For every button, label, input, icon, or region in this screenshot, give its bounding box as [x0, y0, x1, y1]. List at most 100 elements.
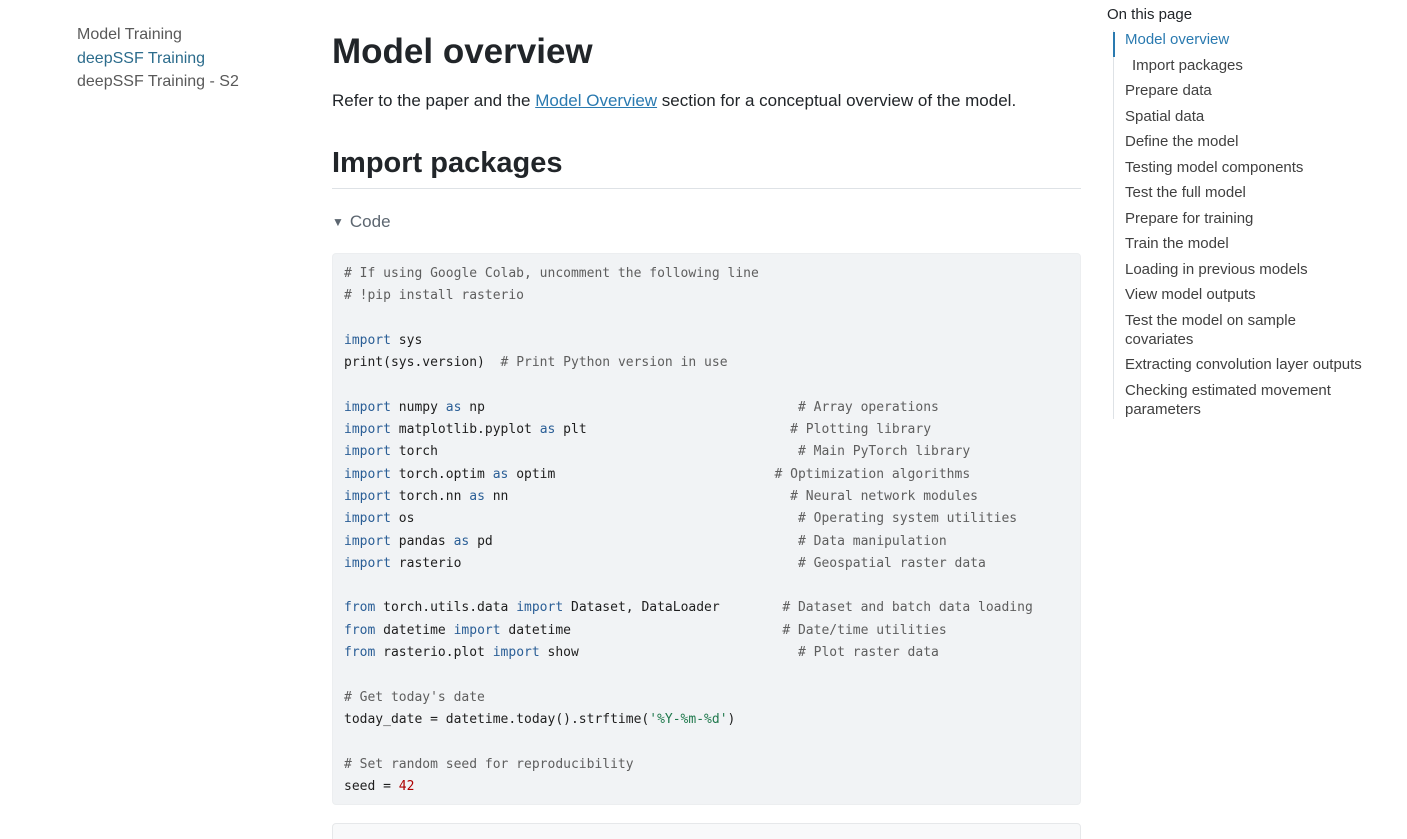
toc-item-loading-previous-models[interactable]: Loading in previous models [1125, 260, 1367, 279]
code-token: # Dataset and batch data loading [782, 600, 1033, 616]
toc-item-prepare-for-training[interactable]: Prepare for training [1125, 209, 1367, 228]
code-token: '%Y-%m-%d' [649, 711, 728, 727]
code-block[interactable]: # If using Google Colab, uncomment the f… [332, 253, 1081, 805]
code-token: import [344, 422, 391, 438]
code-token: # Data manipulation [797, 533, 947, 549]
code-token: pd [469, 533, 798, 549]
page: Model Training deepSSF Training deepSSF … [0, 0, 1407, 839]
code-token: as [469, 488, 485, 504]
code-line: from torch.utils.data import Dataset, Da… [344, 597, 1033, 619]
code-token: # If using Google Colab, uncomment the f… [344, 266, 759, 281]
code-token: import [344, 488, 391, 504]
code-token: rasterio.plot [375, 645, 493, 661]
toc-item-checking-movement-parameters[interactable]: Checking estimated movement parameters [1125, 381, 1367, 419]
code-token: # Date/time utilities [782, 622, 947, 638]
section-title-import-packages: Import packages [332, 147, 1081, 189]
code-line: import pandas as pd # Data manipulation [344, 531, 1033, 553]
code-token: nn [484, 488, 783, 504]
intro-paragraph: Refer to the paper and the Model Overvie… [332, 91, 1016, 111]
code-token: from [344, 622, 376, 638]
code-line: # !pip install rasterio [344, 285, 1033, 307]
left-sidebar-nav: Model Training deepSSF Training deepSSF … [77, 23, 239, 94]
toc-item-train-the-model[interactable]: Train the model [1125, 234, 1367, 253]
code-line: import torch.optim as optim # Optimizati… [344, 464, 1033, 486]
code-token: as [445, 399, 462, 415]
model-overview-link[interactable]: Model Overview [535, 91, 657, 110]
toc-list: Model overview Import packages Prepare d… [1113, 30, 1367, 419]
code-token: import [344, 511, 391, 527]
toc-item-testing-model-components[interactable]: Testing model components [1125, 158, 1367, 177]
code-token: torch.optim [390, 466, 493, 482]
code-token: pandas [390, 533, 454, 549]
code-token: # Main PyTorch library [797, 444, 971, 460]
code-line: import torch # Main PyTorch library [344, 441, 1033, 463]
code-token: # Optimization algorithms [774, 466, 971, 482]
code-token: # Get today's date [344, 689, 485, 705]
code-token: matplotlib.pyplot [390, 422, 540, 438]
code-token: import [453, 622, 501, 638]
code-line: import os # Operating system utilities [344, 508, 1033, 530]
toc-title: On this page [1107, 6, 1193, 23]
code-token: import [344, 444, 391, 460]
code-token: numpy [390, 399, 446, 415]
code-token: 42 [398, 778, 415, 794]
code-token: # Geospatial raster data [797, 555, 986, 571]
next-code-block[interactable] [332, 823, 1081, 839]
code-token: import [344, 332, 391, 348]
toc-item-prepare-data[interactable]: Prepare data [1125, 81, 1367, 100]
code-token: # !pip install rasterio [344, 288, 525, 304]
toc-item-import-packages[interactable]: Import packages [1125, 56, 1367, 75]
code-line: today_date = datetime.today().strftime('… [344, 709, 1033, 731]
left-nav-item-deepssf-training[interactable]: deepSSF Training [77, 47, 239, 71]
code-token: import [344, 533, 391, 549]
code-token: from [344, 600, 376, 616]
page-title: Model overview [332, 32, 593, 71]
code-token: ) [727, 711, 736, 727]
table-of-contents: On this page Model overview Import packa… [1107, 6, 1367, 425]
toc-item-test-the-full-model[interactable]: Test the full model [1125, 183, 1367, 202]
code-token: as [492, 466, 509, 482]
code-token: rasterio [390, 555, 798, 571]
code-token: import [492, 645, 540, 661]
toc-item-define-the-model[interactable]: Define the model [1125, 132, 1367, 151]
toc-item-view-model-outputs[interactable]: View model outputs [1125, 285, 1367, 304]
code-lines: # If using Google Colab, uncomment the f… [344, 263, 1033, 798]
code-token: today_date = datetime.today().strftime( [344, 711, 650, 727]
code-token: as [453, 533, 470, 549]
code-token: seed = [344, 778, 399, 794]
code-token: # Set random seed for reproducibility [344, 756, 634, 772]
code-token: datetime [375, 622, 454, 638]
code-line: import numpy as np # Array operations [344, 397, 1033, 419]
code-line: # Set random seed for reproducibility [344, 754, 1033, 776]
code-line: # Get today's date [344, 687, 1033, 709]
code-token: as [539, 422, 556, 438]
toc-item-extracting-convolution-outputs[interactable]: Extracting convolution layer outputs [1125, 355, 1367, 374]
code-line: from datetime import datetime # Date/tim… [344, 620, 1033, 642]
code-token: torch.utils.data [375, 600, 517, 616]
code-token: # Neural network modules [782, 488, 978, 504]
code-token: # Array operations [797, 399, 939, 415]
left-nav-item-model-training[interactable]: Model Training [77, 23, 239, 47]
triangle-down-icon: ▼ [332, 215, 344, 229]
toc-item-spatial-data[interactable]: Spatial data [1125, 107, 1367, 126]
code-token: # Plot raster data [790, 645, 939, 661]
intro-text-after: section for a conceptual overview of the… [657, 91, 1017, 110]
code-token: # Print Python version in use [500, 355, 728, 371]
code-line: from rasterio.plot import show # Plot ra… [344, 642, 1033, 664]
left-nav-item-deepssf-training-s2[interactable]: deepSSF Training - S2 [77, 70, 239, 94]
code-token: torch.nn [390, 488, 470, 504]
toc-item-model-overview[interactable]: Model overview [1125, 30, 1367, 49]
code-token: import [344, 466, 391, 482]
code-token: import [344, 399, 391, 415]
toc-item-test-model-sample-covariates[interactable]: Test the model on sample covariates [1125, 311, 1367, 349]
code-token: show [539, 645, 791, 661]
code-token: sys [390, 332, 423, 348]
code-line: seed = 42 [344, 776, 1033, 798]
code-toggle-label: Code [349, 212, 391, 231]
code-token: optim [508, 466, 775, 482]
code-token: torch [390, 444, 798, 460]
code-fold-toggle[interactable]: ▼ Code [332, 212, 391, 232]
code-token: np [461, 399, 798, 415]
